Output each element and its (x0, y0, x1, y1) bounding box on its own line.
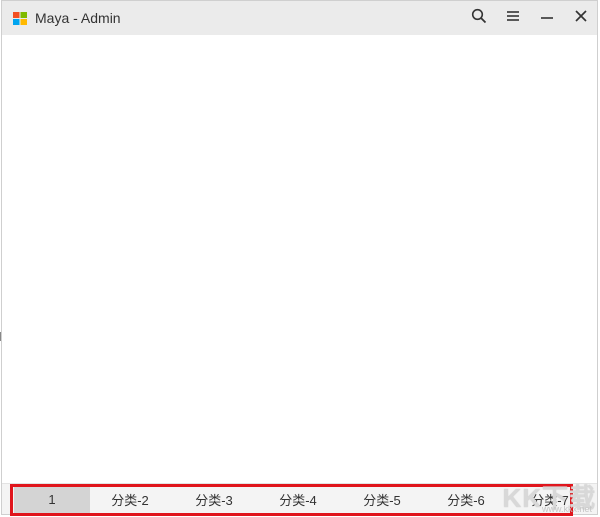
tab-label: 1 (48, 491, 56, 507)
tab-label: 分类-6 (447, 492, 485, 508)
tab-category-2[interactable]: 分类-2 (92, 484, 168, 514)
main-content-area (2, 35, 597, 483)
minimize-button[interactable] (532, 4, 562, 28)
tab-label: 分类-5 (363, 492, 401, 508)
tab-1[interactable]: 1 (14, 484, 90, 514)
tab-label: 分类-3 (195, 492, 233, 508)
tab-label: 分类-2 (111, 492, 149, 508)
tab-category-3[interactable]: 分类-3 (176, 484, 252, 514)
tab-category-6[interactable]: 分类-6 (428, 484, 504, 514)
close-button[interactable] (566, 4, 596, 28)
tab-label: 分类-7 (531, 492, 569, 508)
title-bar[interactable]: Maya - Admin (2, 1, 597, 35)
hamburger-menu-icon (507, 11, 519, 21)
menu-button[interactable] (498, 4, 528, 28)
tab-category-5[interactable]: 分类-5 (344, 484, 420, 514)
tab-category-7[interactable]: 分类-7 (512, 484, 588, 514)
search-icon (471, 8, 487, 24)
bottom-tab-bar: 1 分类-2 分类-3 分类-4 分类-5 分类-6 分类-7 (2, 483, 597, 514)
windows-logo-icon (13, 12, 27, 25)
tab-category-4[interactable]: 分类-4 (260, 484, 336, 514)
window-title: Maya - Admin (35, 10, 121, 26)
window-edge-marker (0, 332, 1, 341)
close-icon (575, 10, 587, 22)
search-button[interactable] (464, 4, 494, 28)
minimize-icon (541, 17, 553, 19)
tab-label: 分类-4 (279, 492, 317, 508)
app-window: Maya - Admin 1 分类-2 分类-3 分类-4 分类-5 分类-6 … (1, 0, 598, 515)
